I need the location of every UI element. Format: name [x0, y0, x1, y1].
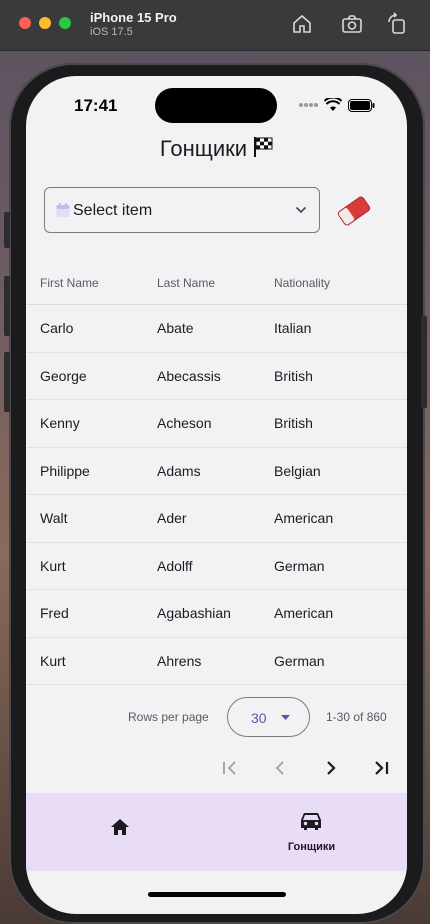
car-icon — [301, 813, 321, 830]
cell-nationality: German — [274, 557, 325, 574]
cell-first-name: Fred — [40, 605, 69, 621]
cell-first-name: Carlo — [40, 320, 74, 336]
chevron-left-icon — [275, 761, 284, 775]
column-header-first-name[interactable]: First Name — [40, 276, 99, 290]
item-select-placeholder: Select item — [73, 202, 153, 219]
cell-nationality: Belgian — [274, 462, 321, 479]
cell-nationality: American — [274, 605, 334, 621]
device-name: iPhone 15 Pro — [90, 10, 177, 25]
table-row[interactable]: Kurt Ahrens German — [26, 638, 407, 685]
volume-down-button — [4, 352, 10, 412]
page-title-text: Гонщики — [159, 136, 248, 161]
cell-first-name: Kurt — [40, 557, 66, 574]
rotate-button[interactable] — [385, 12, 409, 36]
bottom-navigation: Гонщики — [26, 793, 407, 871]
cell-nationality: German — [274, 652, 325, 669]
column-header-last-name[interactable]: Last Name — [157, 276, 215, 290]
home-icon — [293, 14, 311, 33]
cell-first-name: Kenny — [40, 415, 80, 431]
cell-first-name: Philippe — [40, 462, 90, 479]
nav-item-drivers[interactable]: Гонщики — [216, 793, 407, 871]
rows-per-page-value: 30 — [251, 710, 267, 726]
calendar-icon — [56, 203, 70, 217]
table-row[interactable]: Kurt Adolff German — [26, 543, 407, 590]
rows-per-page-select[interactable]: 30 — [227, 697, 310, 737]
chevron-right-icon — [327, 761, 336, 775]
page-title: Гонщики — [26, 136, 407, 162]
camera-icon — [342, 15, 362, 33]
close-window-button[interactable] — [19, 17, 31, 29]
cell-first-name: Kurt — [40, 652, 66, 669]
simulator-toolbar: iPhone 15 Pro iOS 17.5 — [0, 0, 430, 51]
battery-icon — [348, 98, 375, 112]
cell-nationality: Italian — [274, 320, 312, 336]
os-version: iOS 17.5 — [90, 26, 133, 38]
cell-last-name: Adolff — [157, 557, 193, 574]
table-row[interactable]: Kenny Acheson British — [26, 400, 407, 448]
cell-first-name: Walt — [40, 510, 68, 526]
cell-last-name: Ader — [157, 510, 187, 526]
cell-nationality: American — [274, 510, 334, 526]
table-row[interactable]: Carlo Abate Italian — [26, 305, 407, 353]
zoom-window-button[interactable] — [59, 17, 71, 29]
drivers-table: First Name Last Name Nationality Carlo Ab… — [26, 264, 407, 685]
home-button[interactable] — [290, 12, 314, 36]
status-time: 17:41 — [74, 96, 118, 115]
first-page-button[interactable] — [218, 756, 242, 780]
rows-per-page-label: Rows per page — [128, 710, 209, 724]
last-page-button[interactable] — [369, 756, 393, 780]
pagination-range: 1-30 of 860 — [326, 710, 387, 724]
dynamic-island — [155, 88, 277, 123]
home-icon — [111, 819, 129, 835]
table-row[interactable]: Philippe Adams Belgian — [26, 448, 407, 495]
next-page-button[interactable] — [319, 756, 343, 780]
power-button — [421, 316, 427, 408]
eraser-icon — [337, 196, 371, 226]
previous-page-button[interactable] — [268, 756, 292, 780]
home-indicator[interactable] — [148, 892, 286, 897]
chevron-down-icon — [295, 206, 307, 214]
cell-last-name: Abecassis — [157, 367, 221, 384]
nav-item-drivers-label: Гонщики — [287, 841, 336, 853]
cell-last-name: Acheson — [157, 415, 212, 431]
cell-nationality: British — [274, 367, 313, 384]
item-select[interactable]: Select item — [44, 187, 320, 233]
volume-up-button — [4, 276, 10, 336]
table-header: First Name Last Name Nationality — [26, 264, 407, 305]
table-row[interactable]: Fred Agabashian American — [26, 590, 407, 638]
cell-last-name: Ahrens — [157, 652, 202, 669]
signal-dots-icon — [299, 103, 318, 107]
nav-item-home[interactable] — [26, 793, 216, 871]
table-row[interactable]: George Abecassis British — [26, 353, 407, 400]
column-header-nationality[interactable]: Nationality — [274, 276, 330, 290]
wifi-icon — [324, 98, 342, 111]
status-icons — [298, 98, 375, 112]
cell-first-name: George — [40, 367, 87, 384]
checkered-flag-icon — [254, 137, 273, 157]
clear-filter-button[interactable] — [336, 193, 372, 229]
first-page-icon — [223, 761, 236, 775]
cell-last-name: Agabashian — [157, 605, 231, 621]
minimize-window-button[interactable] — [39, 17, 51, 29]
action-button — [4, 212, 10, 248]
phone-screen: 17:41 Гонщики Select item First Name Las… — [26, 76, 407, 914]
last-page-icon — [375, 761, 389, 775]
caret-down-icon — [281, 715, 290, 720]
rotate-icon — [388, 12, 405, 34]
cell-last-name: Adams — [157, 462, 201, 479]
screenshot-button[interactable] — [340, 12, 364, 36]
table-row[interactable]: Walt Ader American — [26, 495, 407, 543]
cell-nationality: British — [274, 415, 313, 431]
cell-last-name: Abate — [157, 320, 194, 336]
